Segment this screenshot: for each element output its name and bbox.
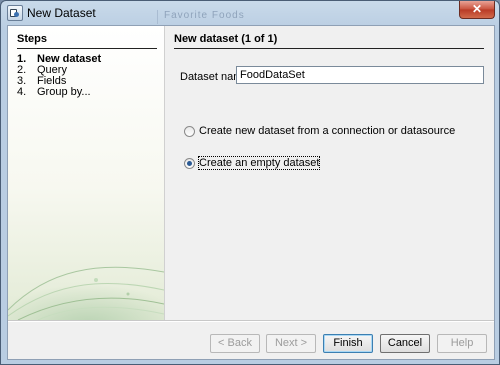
section-title: New dataset (1 of 1) [174, 33, 484, 49]
step-group-by: 4. Group by... [17, 86, 91, 98]
dialog-body: Steps 1. New dataset 2. Query 3. Fields 4. G… [7, 25, 495, 360]
title-bar[interactable]: New Dataset Favorite Foods ✕ [1, 1, 499, 25]
cancel-button[interactable]: Cancel [380, 334, 430, 353]
new-dataset-dialog: New Dataset Favorite Foods ✕ Steps 1. New… [0, 0, 500, 365]
help-button[interactable]: Help [437, 334, 487, 353]
background-window-title: Favorite Foods [157, 10, 369, 24]
footer-separator [8, 320, 494, 322]
option-empty-dataset[interactable]: Create an empty dataset [184, 156, 321, 171]
content-panel: New dataset (1 of 1) Dataset name Create… [172, 26, 494, 320]
dataset-wizard-icon [7, 5, 23, 21]
window-title: New Dataset [27, 6, 96, 20]
next-button[interactable]: Next > [266, 334, 316, 353]
decorative-swirl [8, 266, 164, 320]
close-icon: ✕ [471, 2, 483, 16]
radio-checked-icon[interactable] [184, 157, 195, 169]
option-from-connection[interactable]: Create new dataset from a connection or … [184, 125, 455, 139]
radio-unchecked-icon[interactable] [184, 125, 195, 137]
steps-panel: Steps 1. New dataset 2. Query 3. Fields 4. G… [8, 26, 165, 320]
finish-button[interactable]: Finish [323, 334, 373, 353]
close-button[interactable]: ✕ [459, 1, 495, 19]
back-button[interactable]: < Back [210, 334, 260, 353]
steps-list: 1. New dataset 2. Query 3. Fields 4. Group b… [17, 54, 101, 98]
dataset-name-input[interactable] [236, 66, 484, 84]
steps-heading: Steps [17, 33, 157, 49]
